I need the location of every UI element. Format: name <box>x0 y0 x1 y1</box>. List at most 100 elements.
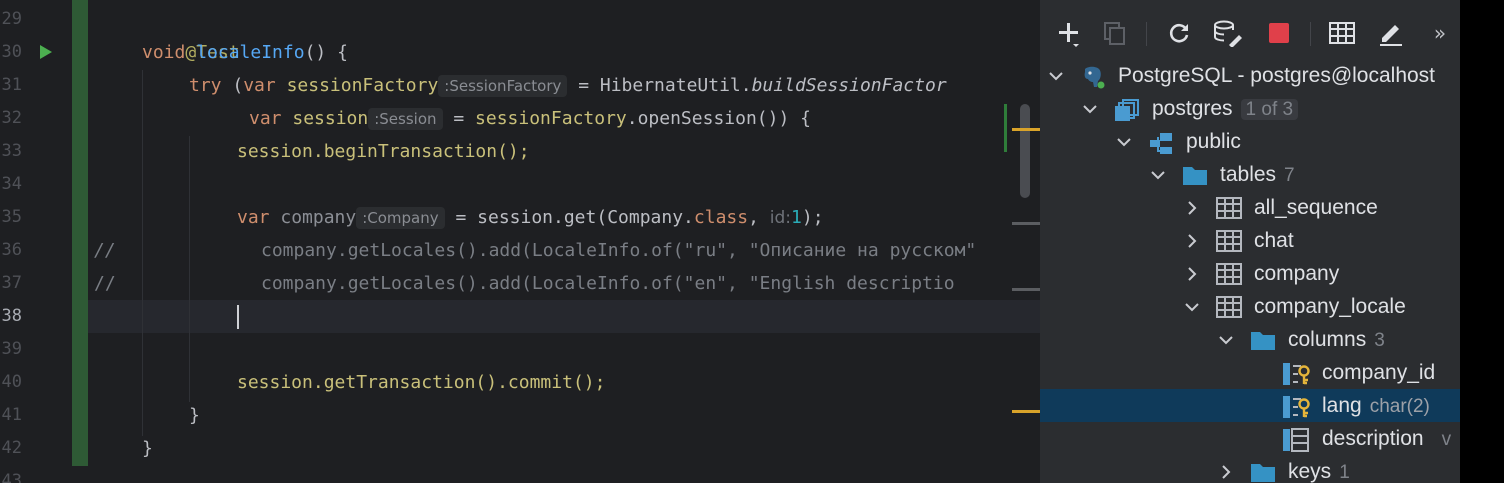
run-test-icon[interactable] <box>40 45 52 59</box>
chevron-down-icon[interactable] <box>1182 290 1202 323</box>
commented-code: , <box>727 240 749 261</box>
code-line-36: company.getLocales().add(LocaleInfo.of("… <box>261 234 976 267</box>
tree-node-table[interactable]: all_sequence <box>1040 191 1460 224</box>
refresh-icon[interactable] <box>1164 18 1194 48</box>
tree-node-table[interactable]: company <box>1040 257 1460 290</box>
variable-name: company <box>280 207 357 228</box>
folder-icon <box>1250 329 1275 351</box>
indent-guide <box>189 136 190 402</box>
database-toolbar: » <box>1040 0 1460 60</box>
variable-ref: sessionFactory <box>475 108 627 129</box>
code-text: = <box>442 108 476 129</box>
code-editor[interactable]: 29 30 31 32 33 34 35 36 37 38 39 40 41 4… <box>0 0 1040 483</box>
commented-string: "English descriptio <box>748 273 955 294</box>
commented-string: "en" <box>683 273 727 294</box>
code-line-32: var session:Session = sessionFactory.ope… <box>249 102 811 135</box>
tree-node-column[interactable]: company_id <box>1040 356 1460 389</box>
tree-node-database[interactable]: postgres 1 of 3 <box>1040 92 1460 125</box>
tree-node-schema[interactable]: public <box>1040 125 1460 158</box>
scroll-marker <box>1012 288 1040 291</box>
keyword: var <box>237 207 270 228</box>
code-line-29: @Test <box>142 3 239 63</box>
variable-name: sessionFactory <box>286 75 439 96</box>
database-panel: » PostgreSQL - postgres@localhost postgr… <box>1040 0 1460 483</box>
stop-icon[interactable] <box>1264 18 1294 48</box>
parameter-hint: id: <box>769 208 792 228</box>
line-number: 39 <box>1 339 22 359</box>
variable-name: session <box>292 108 369 129</box>
line-number: 40 <box>1 372 22 392</box>
line-number: 36 <box>1 240 22 260</box>
code-line-35: var company:Company = session.get(Compan… <box>237 201 824 234</box>
vcs-change-marker <box>72 0 88 466</box>
tree-node-label: columns <box>1288 328 1367 351</box>
chevron-down-icon[interactable] <box>1114 125 1134 158</box>
tree-node-columns-folder[interactable]: columns 3 <box>1040 323 1460 356</box>
chevron-down-icon[interactable] <box>1216 323 1236 356</box>
duplicate-icon[interactable] <box>1100 18 1130 48</box>
code-text: ); <box>801 207 824 228</box>
tree-node-label: PostgreSQL - postgres@localhost <box>1118 64 1436 87</box>
table-icon <box>1216 296 1242 318</box>
child-count: 3 <box>1374 330 1385 351</box>
tree-node-label: company_id <box>1322 361 1436 384</box>
line-number: 32 <box>1 108 22 128</box>
code-text: ( <box>221 75 244 96</box>
warning-marker[interactable] <box>1012 410 1040 413</box>
folder-icon <box>1250 461 1275 483</box>
tree-node-column-selected[interactable]: lang char(2) <box>1040 389 1460 422</box>
table-view-icon[interactable] <box>1326 18 1358 48</box>
tree-node-keys-folder[interactable]: keys 1 <box>1040 455 1460 483</box>
code-line-40: session.getTransaction().commit(); <box>237 372 606 393</box>
commented-string: "ru" <box>683 240 727 261</box>
number-literal: 1 <box>791 207 802 228</box>
line-number: 35 <box>1 207 22 227</box>
code-text: = session.get(Company. <box>444 207 694 228</box>
postgresql-icon <box>1080 65 1105 89</box>
chevron-down-icon[interactable] <box>1046 59 1066 92</box>
tree-node-table[interactable]: chat <box>1040 224 1460 257</box>
toolbar-separator <box>1310 22 1311 46</box>
editor-scrollbar-thumb[interactable] <box>1020 104 1030 198</box>
chevron-right-icon[interactable] <box>1216 455 1236 483</box>
keyword: var <box>249 108 282 129</box>
tree-node-table[interactable]: company_locale <box>1040 290 1460 323</box>
warning-marker[interactable] <box>1012 128 1040 131</box>
chevron-right-icon[interactable] <box>1182 224 1202 257</box>
keyword: var <box>243 75 276 96</box>
code-text: .openSession()) { <box>626 108 811 129</box>
tree-node-tables-folder[interactable]: tables 7 <box>1040 158 1460 191</box>
chevron-right-icon[interactable] <box>1182 257 1202 290</box>
type-hint: :Session <box>368 108 443 130</box>
commented-string: "Описание на русском" <box>748 240 977 261</box>
key-column-icon <box>1282 362 1310 385</box>
code-line-37: company.getLocales().add(LocaleInfo.of("… <box>261 267 955 300</box>
column-icon <box>1282 428 1309 452</box>
tree-node-label: keys <box>1288 460 1332 483</box>
keyword: void <box>142 42 186 63</box>
tree-node-label: postgres <box>1152 97 1233 120</box>
change-stripe <box>1004 104 1007 152</box>
more-icon[interactable]: » <box>1430 18 1450 48</box>
comment-marker: // <box>94 273 116 294</box>
add-icon[interactable] <box>1054 18 1084 48</box>
code-text: , <box>748 207 770 228</box>
edit-icon[interactable] <box>1376 18 1406 48</box>
code-text: = HibernateUtil. <box>567 75 752 96</box>
code-line-41: } <box>189 405 200 426</box>
chevron-right-icon[interactable] <box>1182 191 1202 224</box>
chevron-down-icon[interactable] <box>1080 92 1100 125</box>
method-name: localeInfo <box>196 42 305 63</box>
tree-node-datasource[interactable]: PostgreSQL - postgres@localhost <box>1040 59 1460 92</box>
chevron-down-icon[interactable] <box>1148 158 1168 191</box>
schema-count-badge[interactable]: 1 of 3 <box>1240 99 1299 120</box>
tree-node-label: company <box>1254 262 1340 285</box>
schema-sync-icon[interactable] <box>1212 18 1246 48</box>
tree-node-label: description <box>1322 427 1424 450</box>
tree-node-label: chat <box>1254 229 1294 252</box>
line-number: 31 <box>1 75 22 95</box>
key-column-icon <box>1282 395 1310 418</box>
screen-edge <box>1460 0 1504 483</box>
type-hint: :Company <box>356 207 445 229</box>
tree-node-column[interactable]: description v <box>1040 422 1460 455</box>
